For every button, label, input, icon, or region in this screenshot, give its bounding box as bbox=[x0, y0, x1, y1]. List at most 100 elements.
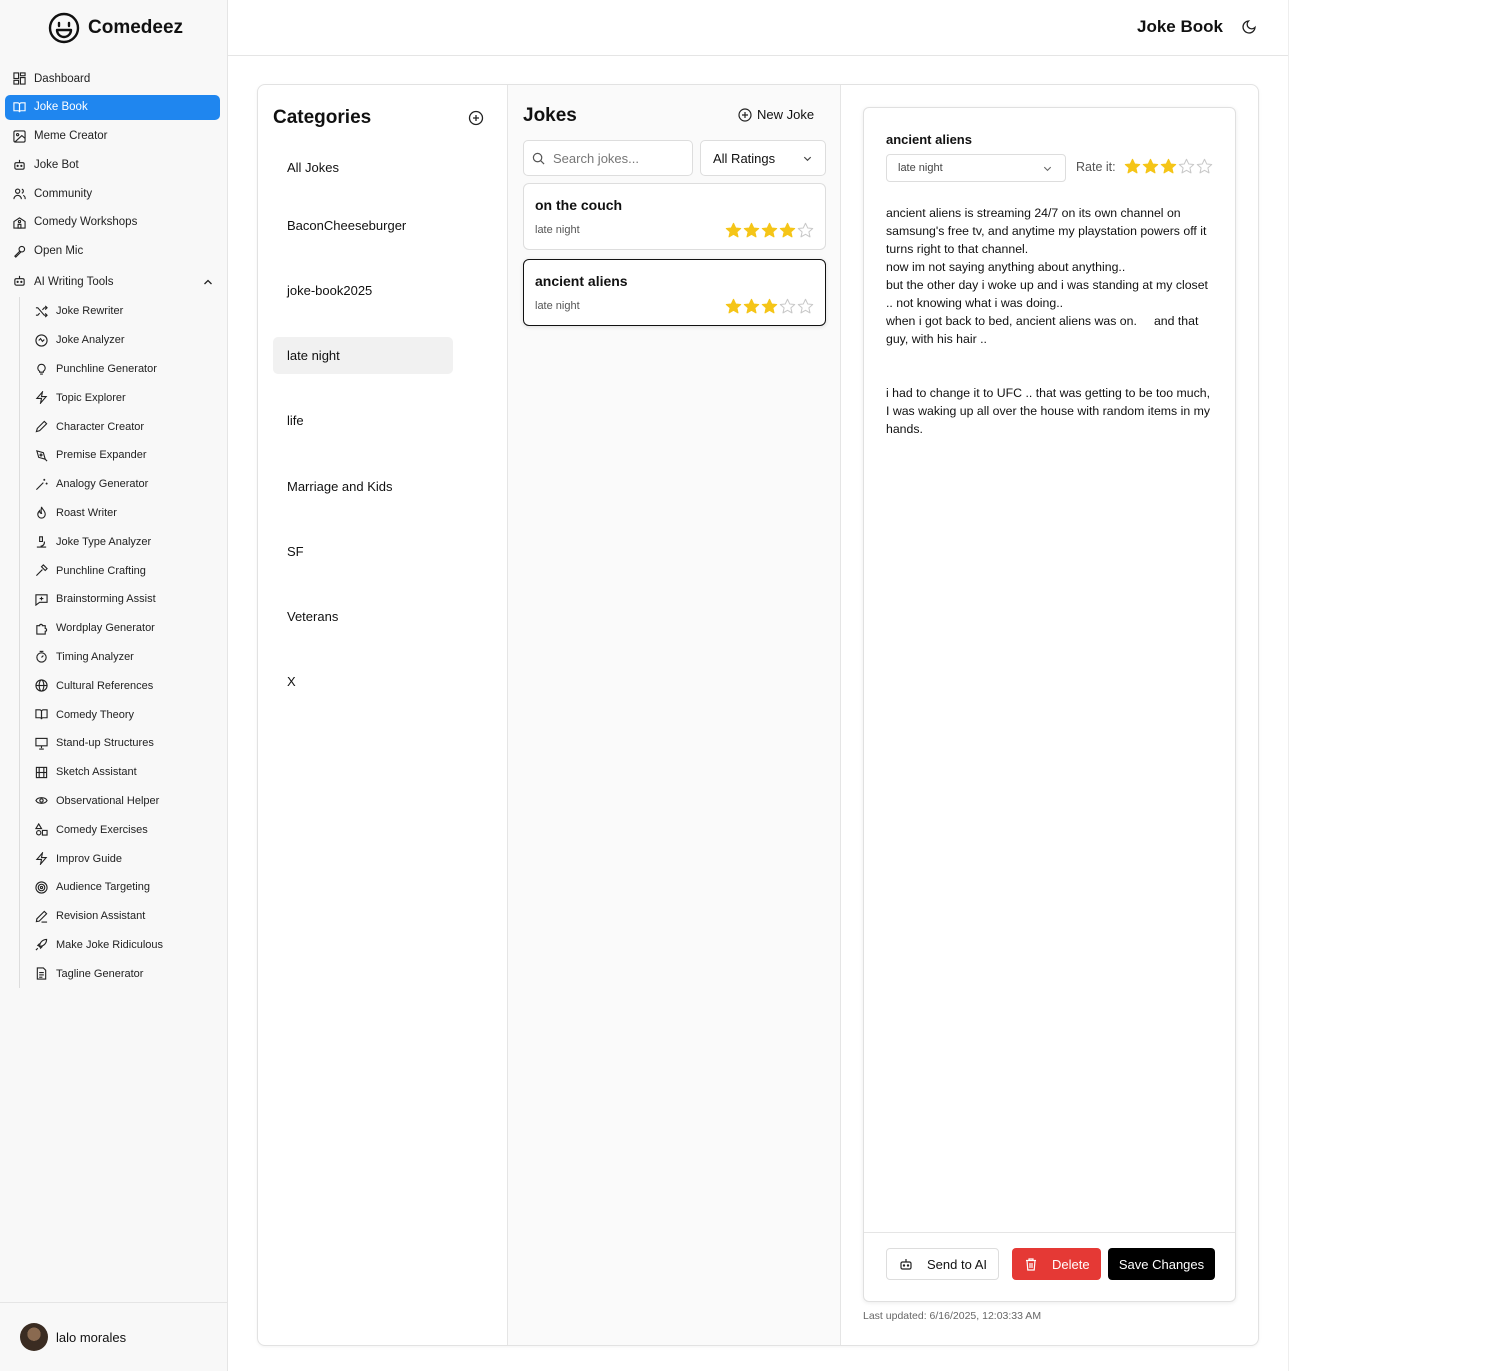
joke-title: ancient aliens bbox=[535, 273, 628, 289]
category-select-value: late night bbox=[898, 162, 943, 174]
message-plus-icon bbox=[35, 594, 48, 606]
tool-character-creator[interactable]: Character Creator bbox=[20, 412, 219, 441]
shapes-icon bbox=[35, 823, 48, 836]
tool-cultural-references[interactable]: Cultural References bbox=[20, 671, 219, 700]
tool-audience-targeting[interactable]: Audience Targeting bbox=[20, 873, 219, 902]
category-item[interactable]: Marriage and Kids bbox=[273, 468, 453, 505]
search-input[interactable] bbox=[553, 150, 683, 166]
globe-icon bbox=[35, 679, 48, 692]
add-category-icon[interactable] bbox=[468, 110, 484, 126]
delete-button[interactable]: Delete bbox=[1012, 1248, 1101, 1280]
user-profile[interactable]: lalo morales bbox=[0, 1302, 227, 1371]
tool-topic-explorer[interactable]: Topic Explorer bbox=[20, 383, 219, 412]
tool-premise-expander[interactable]: Premise Expander bbox=[20, 441, 219, 470]
joke-rating bbox=[725, 222, 814, 239]
star-filled-icon[interactable] bbox=[1160, 158, 1177, 175]
book-open-icon bbox=[13, 101, 26, 114]
star-empty-icon bbox=[779, 298, 796, 314]
dashboard-icon bbox=[13, 72, 26, 85]
users-icon bbox=[13, 187, 26, 200]
save-label: Save Changes bbox=[1118, 1256, 1205, 1272]
nav-item-joke-book[interactable]: Joke Book bbox=[5, 94, 220, 120]
microphone-icon bbox=[13, 245, 26, 258]
tool-label: Sketch Assistant bbox=[56, 766, 137, 779]
category-select[interactable]: late night bbox=[886, 154, 1066, 182]
tool-label: Analogy Generator bbox=[56, 478, 149, 491]
tool-label: Improv Guide bbox=[56, 852, 123, 865]
search-box[interactable] bbox=[523, 140, 693, 176]
rate-stars[interactable] bbox=[1124, 158, 1213, 175]
category-item[interactable]: joke-book2025 bbox=[273, 272, 453, 309]
tool-label: Tagline Generator bbox=[56, 967, 144, 980]
tool-brainstorming-assist[interactable]: Brainstorming Assist bbox=[20, 585, 219, 614]
tool-label: Wordplay Generator bbox=[56, 622, 155, 635]
tool-joke-rewriter[interactable]: Joke Rewriter bbox=[20, 297, 219, 326]
ai-tools-section-toggle[interactable]: AI Writing Tools bbox=[5, 268, 220, 296]
tool-label: Make Joke Ridiculous bbox=[56, 938, 163, 951]
tool-improv-guide[interactable]: Improv Guide bbox=[20, 844, 219, 873]
tool-observational-helper[interactable]: Observational Helper bbox=[20, 787, 219, 816]
tool-revision-assistant[interactable]: Revision Assistant bbox=[20, 902, 219, 931]
rating-filter-select[interactable]: All Ratings bbox=[700, 140, 826, 176]
category-item[interactable]: BaconCheeseburger bbox=[273, 207, 453, 244]
user-name: lalo morales bbox=[56, 1329, 127, 1345]
tool-standup-structures[interactable]: Stand-up Structures bbox=[20, 729, 219, 758]
tool-roast-writer[interactable]: Roast Writer bbox=[20, 499, 219, 528]
tool-comedy-exercises[interactable]: Comedy Exercises bbox=[20, 815, 219, 844]
tool-comedy-theory[interactable]: Comedy Theory bbox=[20, 700, 219, 729]
tool-punchline-crafting[interactable]: Punchline Crafting bbox=[20, 556, 219, 585]
category-item[interactable]: life bbox=[273, 402, 453, 439]
tool-sketch-assistant[interactable]: Sketch Assistant bbox=[20, 758, 219, 787]
tool-label: Joke Type Analyzer bbox=[56, 535, 152, 548]
tool-wordplay-generator[interactable]: Wordplay Generator bbox=[20, 614, 219, 643]
nav-item-open-mic[interactable]: Open Mic bbox=[5, 239, 220, 264]
tool-analogy-generator[interactable]: Analogy Generator bbox=[20, 470, 219, 499]
moon-icon[interactable] bbox=[1242, 18, 1258, 34]
save-changes-button[interactable]: Save Changes bbox=[1108, 1248, 1215, 1280]
main-nav: Dashboard Joke Book Meme Creator Joke Bo… bbox=[5, 66, 220, 296]
tool-label: Audience Targeting bbox=[56, 881, 150, 894]
nav-item-joke-bot[interactable]: Joke Bot bbox=[5, 152, 220, 177]
hammer-icon bbox=[35, 564, 48, 577]
category-item[interactable]: late night bbox=[273, 337, 453, 374]
nav-item-comedy-workshops[interactable]: Comedy Workshops bbox=[5, 210, 220, 235]
tool-label: Observational Helper bbox=[56, 794, 160, 807]
star-empty-icon[interactable] bbox=[1196, 158, 1213, 175]
target-icon bbox=[35, 881, 48, 894]
joke-card-selected[interactable]: ancient aliens late night bbox=[523, 259, 826, 326]
analyzer-icon bbox=[35, 334, 48, 347]
star-filled-icon bbox=[761, 298, 778, 314]
star-empty-icon[interactable] bbox=[1178, 158, 1195, 175]
brand[interactable]: Comedeez bbox=[48, 12, 183, 44]
star-filled-icon[interactable] bbox=[1142, 158, 1159, 175]
joke-detail-title[interactable]: ancient aliens bbox=[886, 132, 972, 147]
category-item[interactable]: X bbox=[273, 663, 453, 700]
tool-make-joke-ridiculous[interactable]: Make Joke Ridiculous bbox=[20, 931, 219, 960]
joke-body-text[interactable]: ancient aliens is streaming 24/7 on its … bbox=[886, 204, 1211, 438]
page-title: Joke Book bbox=[1137, 17, 1223, 36]
school-icon bbox=[13, 216, 26, 229]
tool-label: Brainstorming Assist bbox=[56, 593, 156, 606]
category-item[interactable]: All Jokes bbox=[273, 149, 453, 186]
nav-label: Community bbox=[34, 187, 93, 200]
nav-item-meme-creator[interactable]: Meme Creator bbox=[5, 124, 220, 149]
nav-item-dashboard[interactable]: Dashboard bbox=[5, 66, 220, 91]
nav-item-community[interactable]: Community bbox=[5, 181, 220, 206]
tool-joke-type-analyzer[interactable]: Joke Type Analyzer bbox=[20, 527, 219, 556]
tool-punchline-generator[interactable]: Punchline Generator bbox=[20, 355, 219, 384]
tool-label: Revision Assistant bbox=[56, 910, 146, 923]
tool-tagline-generator[interactable]: Tagline Generator bbox=[20, 959, 219, 988]
star-filled-icon bbox=[725, 222, 742, 238]
image-icon bbox=[13, 129, 26, 143]
smiley-logo-icon bbox=[48, 12, 80, 44]
star-filled-icon[interactable] bbox=[1124, 158, 1141, 175]
joke-card[interactable]: on the couch late night bbox=[523, 183, 826, 250]
new-joke-button[interactable]: New Joke bbox=[738, 107, 814, 122]
flame-icon bbox=[37, 507, 46, 520]
category-item[interactable]: Veterans bbox=[273, 598, 453, 635]
category-item[interactable]: SF bbox=[273, 533, 453, 570]
tool-joke-analyzer[interactable]: Joke Analyzer bbox=[20, 326, 219, 355]
tool-label: Punchline Crafting bbox=[56, 564, 146, 577]
tool-timing-analyzer[interactable]: Timing Analyzer bbox=[20, 643, 219, 672]
send-to-ai-button[interactable]: Send to AI bbox=[886, 1248, 999, 1280]
